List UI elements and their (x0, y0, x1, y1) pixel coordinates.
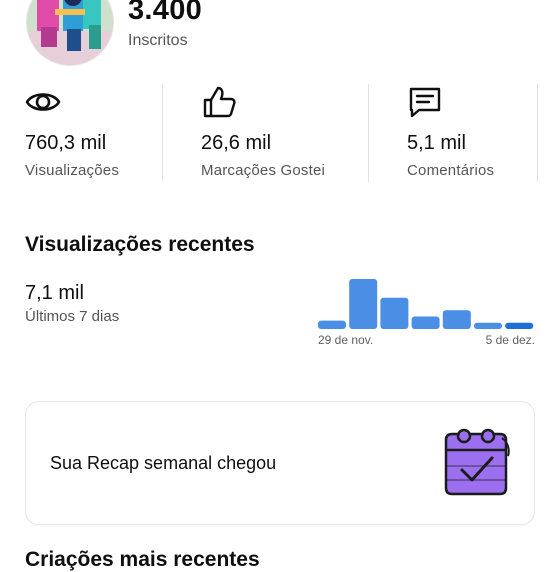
recent-views-title: Visualizações recentes (25, 233, 255, 256)
stat-comments-label: Comentários (407, 162, 495, 179)
chart-bar-29 de nov. (318, 320, 346, 329)
stat-likes[interactable]: 26,6 mil Marcações Gostei (201, 84, 351, 184)
chart-tick-label: 5 de dez. (486, 333, 535, 347)
stat-likes-value: 26,6 mil (201, 132, 272, 154)
chart-bar-2 de dez. (411, 316, 440, 329)
stat-views-label: Visualizações (25, 162, 120, 179)
subscribers-count: 3.400 (128, 0, 203, 26)
stat-divider (537, 84, 538, 182)
weekly-recap-text: Sua Recap semanal chegou (50, 453, 277, 473)
chart-bar-3 de dez. (442, 310, 471, 329)
channel-avatar[interactable] (26, 0, 114, 66)
comment-icon (409, 87, 441, 118)
avatar-image (27, 0, 113, 65)
stat-views[interactable]: 760,3 mil Visualizações (25, 84, 155, 184)
stat-comments[interactable]: 5,1 mil Comentários (407, 84, 537, 184)
chart-bar-1 de dez. (380, 297, 409, 329)
chart-bar-30 de nov. (349, 279, 378, 329)
recent-views-period: Últimos 7 dias (25, 308, 120, 325)
recent-views-value: 7,1 mil (25, 282, 84, 304)
stat-likes-label: Marcações Gostei (201, 162, 326, 179)
stat-divider (368, 84, 369, 182)
calendar-check-icon (444, 428, 510, 496)
stat-divider (162, 84, 163, 182)
subscribers-label: Inscritos (128, 32, 188, 49)
stat-views-value: 760,3 mil (25, 132, 107, 154)
latest-creations-title: Criações mais recentes (25, 548, 260, 571)
stat-comments-value: 5,1 mil (407, 132, 466, 154)
recent-views-chart[interactable]: 29 de nov. 5 de dez. (316, 272, 540, 352)
weekly-recap-card[interactable]: Sua Recap semanal chegou (25, 401, 535, 525)
eye-icon (25, 93, 61, 111)
chart-tick-label: 29 de nov. (318, 333, 373, 347)
chart-bar-4 de dez. (474, 322, 502, 329)
thumbs-up-icon (203, 86, 236, 118)
chart-bar-5 de dez. (505, 322, 534, 329)
